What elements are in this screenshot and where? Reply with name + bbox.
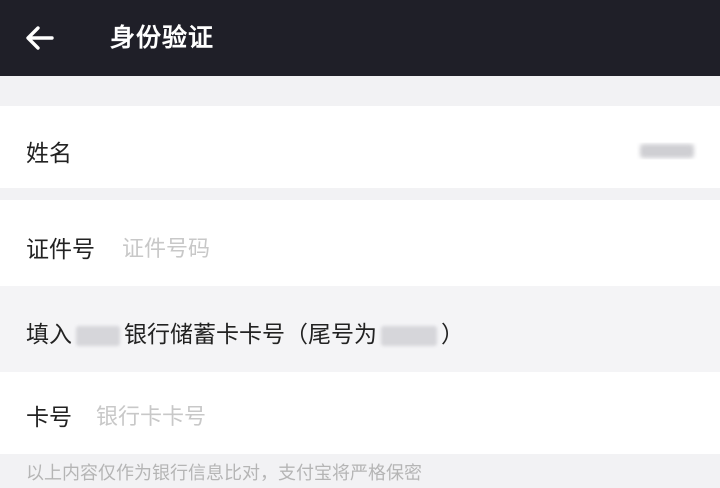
notice-middle: 银行储蓄卡卡号（尾号为 [124,322,377,348]
notice-suffix: ） [441,322,464,348]
card-tail-masked [381,325,437,346]
arrow-left-icon[interactable] [22,20,58,56]
bank-card-notice-text: 填入 银行储蓄卡卡号（尾号为 ） [26,315,464,349]
name-label: 姓名 [26,141,72,167]
card-number-row[interactable]: 卡号 银行卡卡号 [0,372,720,454]
card-number-input[interactable]: 银行卡卡号 [96,399,206,431]
bank-name-masked [76,325,120,346]
privacy-note: 以上内容仅作为银行信息比对，支付宝将严格保密 [26,463,422,484]
name-value-masked [640,144,694,158]
id-number-label: 证件号 [26,237,95,263]
name-row: 姓名 [0,106,720,188]
card-number-label: 卡号 [26,405,72,431]
id-number-row[interactable]: 证件号 证件号码 [0,200,720,286]
page-title: 身份验证 [110,23,215,52]
notice-prefix: 填入 [26,322,72,348]
app-header: 身份验证 [0,0,720,76]
bank-card-notice: 填入 银行储蓄卡卡号（尾号为 ） [0,286,720,372]
id-number-input[interactable]: 证件号码 [122,231,210,263]
